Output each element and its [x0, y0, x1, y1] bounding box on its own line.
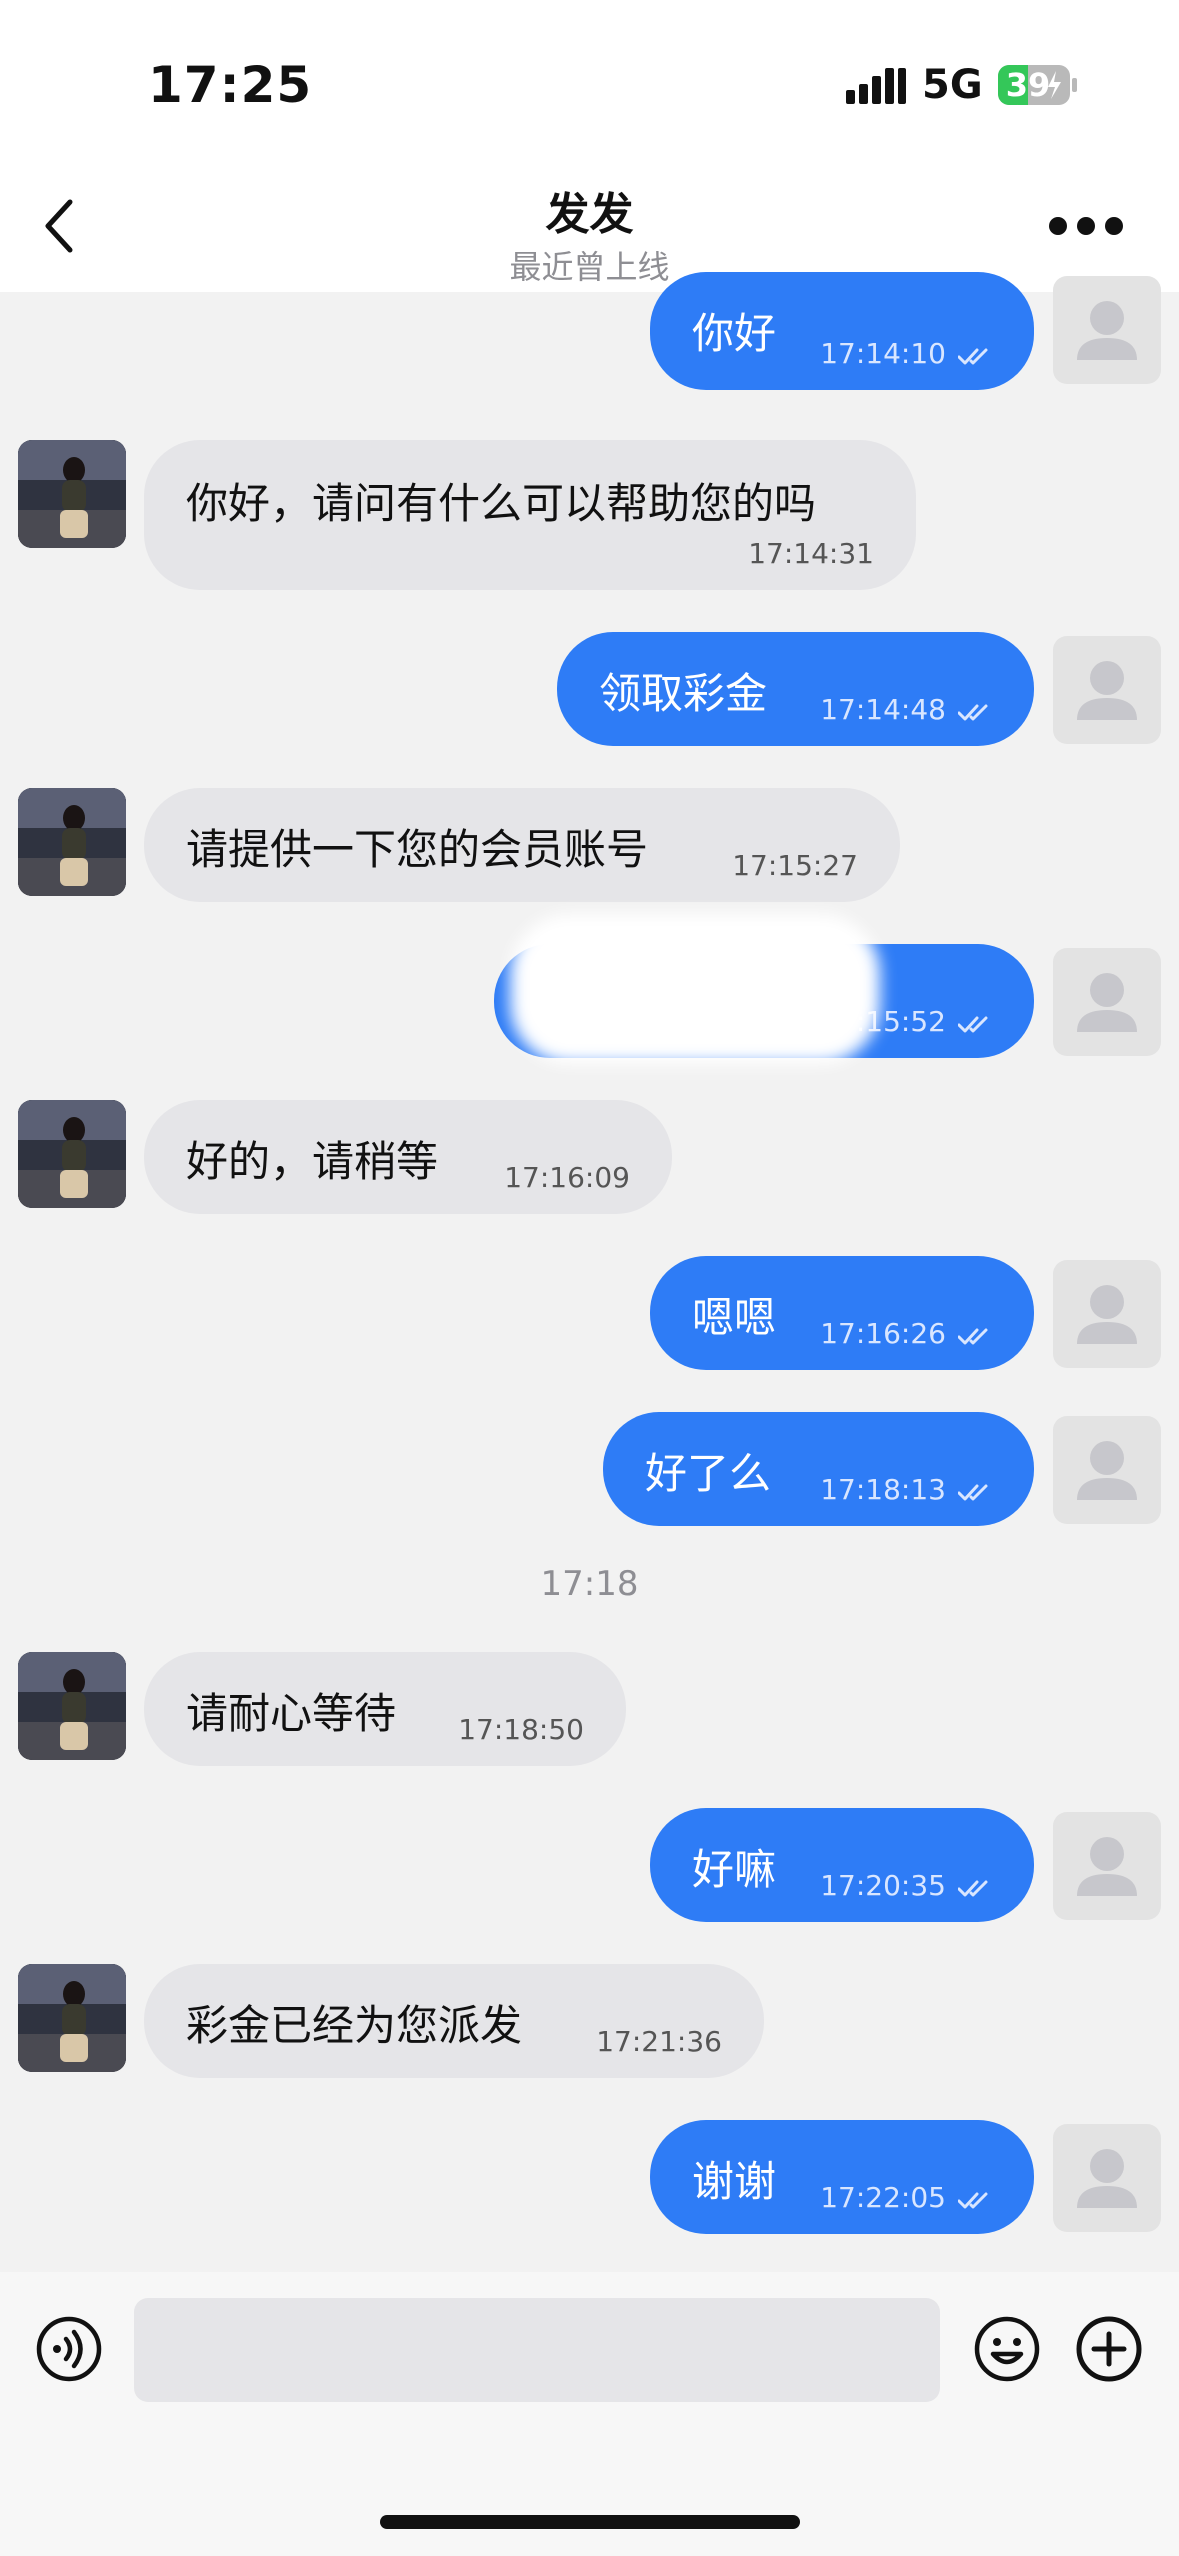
contact-photo — [18, 1652, 126, 1760]
outgoing-message[interactable]: 好嘛 17:20:35 — [650, 1808, 1034, 1922]
network-type: 5G — [922, 62, 983, 108]
avatar — [1053, 276, 1161, 384]
user-placeholder-icon — [1077, 2149, 1137, 2208]
message-timestamp: 17:14:31 — [748, 537, 874, 570]
user-placeholder-icon — [1077, 1285, 1137, 1344]
contact-photo — [18, 1964, 126, 2072]
avatar[interactable] — [18, 788, 126, 896]
user-placeholder-icon — [1077, 661, 1137, 720]
read-check-icon — [957, 1482, 992, 1502]
read-check-icon — [957, 1014, 992, 1034]
battery-level: 39 — [1005, 66, 1051, 104]
avatar[interactable] — [18, 440, 126, 548]
chat-header: 发发 最近曾上线 — [0, 150, 1179, 292]
read-check-icon — [957, 2190, 992, 2210]
read-check-icon — [957, 1878, 992, 1898]
outgoing-message[interactable]: 领取彩金 17:14:48 — [557, 632, 1034, 746]
message-timestamp: 17:22:05 — [820, 2181, 946, 2214]
message-text: 好了么 — [645, 1449, 772, 1498]
message-timestamp: 17:14:10 — [820, 337, 946, 370]
avatar[interactable] — [18, 1652, 126, 1760]
incoming-message[interactable]: 请提供一下您的会员账号 17:15:27 — [144, 788, 900, 902]
message-text: 谢谢 — [692, 2157, 777, 2206]
home-indicator — [380, 2515, 800, 2529]
incoming-message[interactable]: 请耐心等待 17:18:50 — [144, 1652, 626, 1766]
user-placeholder-icon — [1077, 1441, 1137, 1500]
contact-photo — [18, 1100, 126, 1208]
outgoing-message[interactable]: 好了么 17:18:13 — [603, 1412, 1034, 1526]
user-placeholder-icon — [1077, 973, 1137, 1032]
message-text: 你好 — [692, 309, 777, 358]
message-text: 嗯嗯 — [692, 1293, 777, 1342]
user-placeholder-icon — [1077, 301, 1137, 360]
signal-icon — [846, 68, 906, 104]
avatar[interactable] — [18, 1964, 126, 2072]
outgoing-message[interactable]: 嗯嗯 17:16:26 — [650, 1256, 1034, 1370]
avatar — [1053, 948, 1161, 1056]
redaction-overlay — [510, 914, 880, 1064]
user-placeholder-icon — [1077, 1837, 1137, 1896]
input-bar — [0, 2272, 1179, 2556]
avatar — [1053, 636, 1161, 744]
read-check-icon — [957, 1326, 992, 1346]
message-list[interactable]: 你好 17:14:10 你好，请问有什么可以帮助您的吗 17:14:31 领取彩金 17:… — [0, 272, 1179, 2272]
read-check-icon — [957, 346, 992, 366]
avatar[interactable] — [18, 1100, 126, 1208]
emoji-icon[interactable] — [972, 2314, 1042, 2384]
message-timestamp: 17:21:36 — [596, 2025, 722, 2058]
message-text: 请耐心等待 — [186, 1689, 397, 1738]
message-timestamp: 17:18:13 — [820, 1473, 946, 1506]
avatar — [1053, 2124, 1161, 2232]
message-timestamp: 17:15:27 — [732, 849, 858, 882]
more-icon[interactable] — [1048, 214, 1124, 238]
incoming-message[interactable]: 你好，请问有什么可以帮助您的吗 17:14:31 — [144, 440, 916, 590]
contact-photo — [18, 440, 126, 548]
avatar — [1053, 1416, 1161, 1524]
outgoing-message[interactable]: 谢谢 17:22:05 — [650, 2120, 1034, 2234]
status-time: 17:25 — [148, 56, 313, 114]
incoming-message[interactable]: 彩金已经为您派发 17:21:36 — [144, 1964, 764, 2078]
message-text: 你好，请问有什么可以帮助您的吗 — [186, 479, 817, 528]
message-input[interactable] — [134, 2298, 940, 2402]
read-check-icon — [957, 702, 992, 722]
message-text: 好的，请稍等 — [186, 1137, 439, 1186]
add-icon[interactable] — [1074, 2314, 1144, 2384]
message-text: 请提供一下您的会员账号 — [186, 825, 649, 874]
message-timestamp: 17:18:50 — [458, 1713, 584, 1746]
chat-title: 发发 — [545, 189, 634, 240]
avatar — [1053, 1812, 1161, 1920]
date-separator: 17:18 — [540, 1564, 639, 1604]
avatar — [1053, 1260, 1161, 1368]
message-text: 好嘛 — [692, 1845, 777, 1894]
outgoing-message[interactable]: 你好 17:14:10 — [650, 272, 1034, 390]
message-text: 彩金已经为您派发 — [186, 2001, 523, 2050]
voice-icon[interactable] — [34, 2314, 104, 2384]
incoming-message[interactable]: 好的，请稍等 17:16:09 — [144, 1100, 672, 1214]
message-timestamp: 17:20:35 — [820, 1869, 946, 1902]
status-bar: 17:25 5G 39 — [0, 0, 1179, 170]
message-timestamp: 17:16:09 — [504, 1161, 630, 1194]
message-text: 领取彩金 — [599, 669, 768, 718]
message-timestamp: 17:16:26 — [820, 1317, 946, 1350]
message-timestamp: 17:14:48 — [820, 693, 946, 726]
contact-photo — [18, 788, 126, 896]
